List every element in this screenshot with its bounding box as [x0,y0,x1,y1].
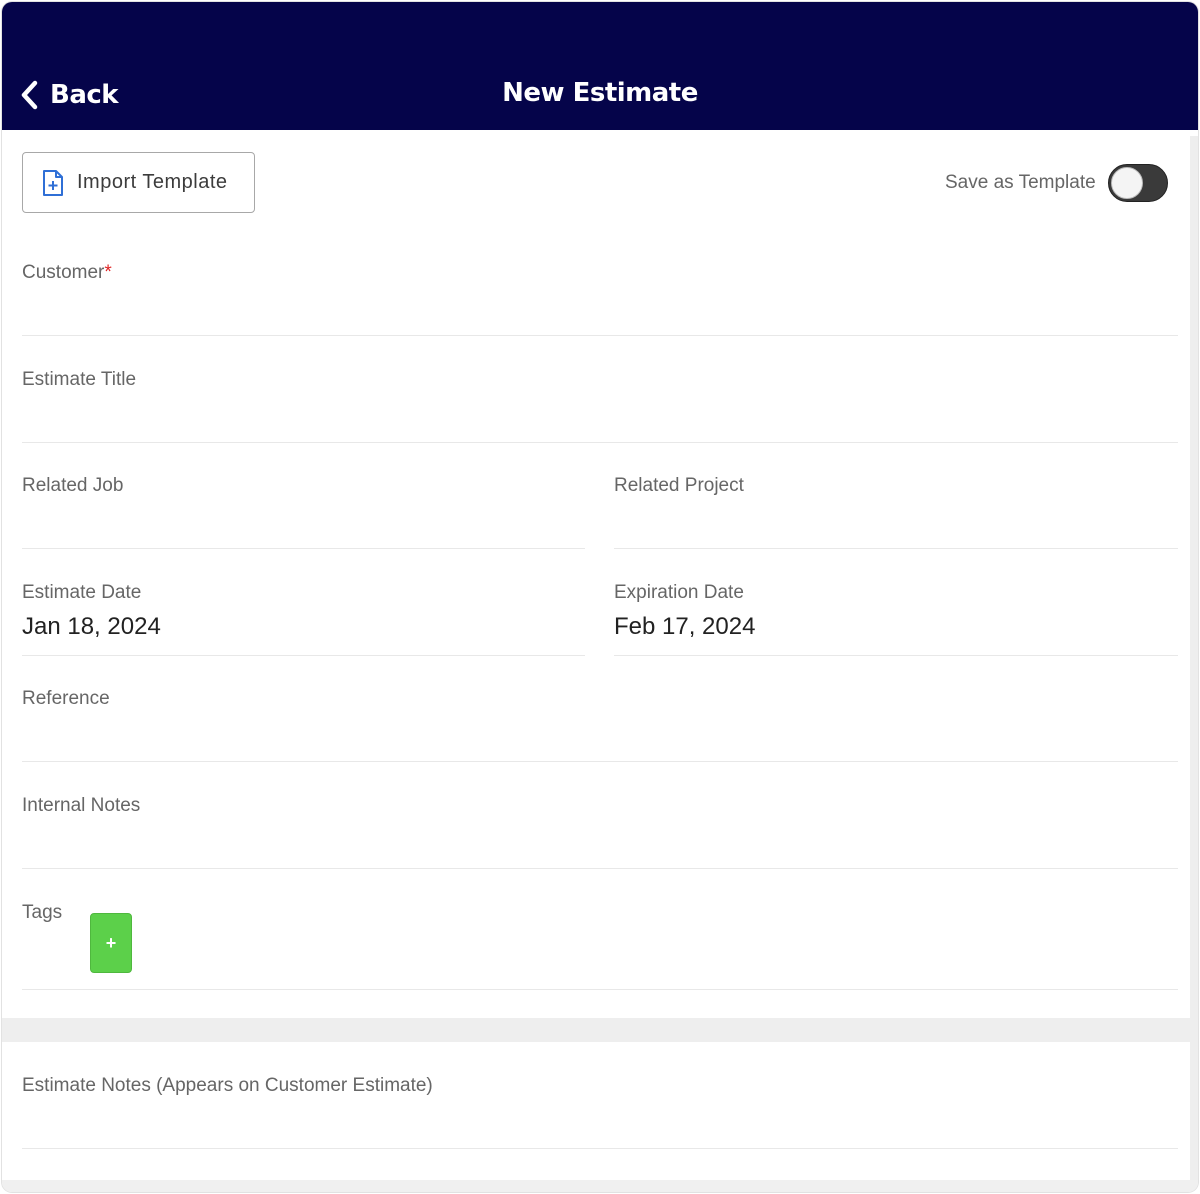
document-plus-icon [43,169,63,196]
save-as-template-label: Save as Template [945,172,1096,193]
internal-notes-label: Internal Notes [22,795,141,816]
estimate-notes-label: Estimate Notes (Appears on Customer Esti… [22,1075,433,1096]
section-divider [2,1018,1190,1042]
save-as-template-toggle[interactable] [1108,164,1168,202]
page-title: New Estimate [502,78,698,108]
related-job-label: Related Job [22,475,124,496]
tags-field: Tags [22,892,1178,990]
import-template-button[interactable]: Import Template [22,152,255,213]
reference-label: Reference [22,688,110,709]
required-mark: * [104,262,112,283]
estimate-title-field[interactable]: Estimate Title [22,359,1178,443]
customer-field[interactable]: Customer* [22,252,1178,336]
import-template-label: Import Template [77,171,228,193]
estimate-date-label: Estimate Date [22,582,142,603]
expiration-date-label: Expiration Date [614,582,744,603]
navigation-bar: Back New Estimate [2,2,1198,130]
related-job-field[interactable]: Related Job [22,465,585,549]
related-project-label: Related Project [614,475,744,496]
related-project-field[interactable]: Related Project [614,465,1178,549]
estimate-title-label: Estimate Title [22,369,137,390]
customer-label-text: Customer [22,262,105,283]
expiration-date-field[interactable]: Expiration Date Feb 17, 2024 [614,572,1178,656]
expiration-date-value: Feb 17, 2024 [614,613,756,640]
customer-label: Customer* [22,262,112,284]
tags-label: Tags [22,902,63,923]
add-tag-button[interactable]: + [90,913,132,973]
toggle-knob [1111,167,1143,199]
estimate-date-value: Jan 18, 2024 [22,613,161,640]
app-window: Back New Estimate Import Template Save a… [2,2,1198,1192]
scrollbar[interactable] [1190,136,1198,1186]
reference-field[interactable]: Reference [22,678,1178,762]
estimate-date-field[interactable]: Estimate Date Jan 18, 2024 [22,572,585,656]
estimate-notes-field[interactable]: Estimate Notes (Appears on Customer Esti… [22,1065,1178,1149]
bottom-divider [2,1180,1198,1192]
internal-notes-field[interactable]: Internal Notes [22,785,1178,869]
